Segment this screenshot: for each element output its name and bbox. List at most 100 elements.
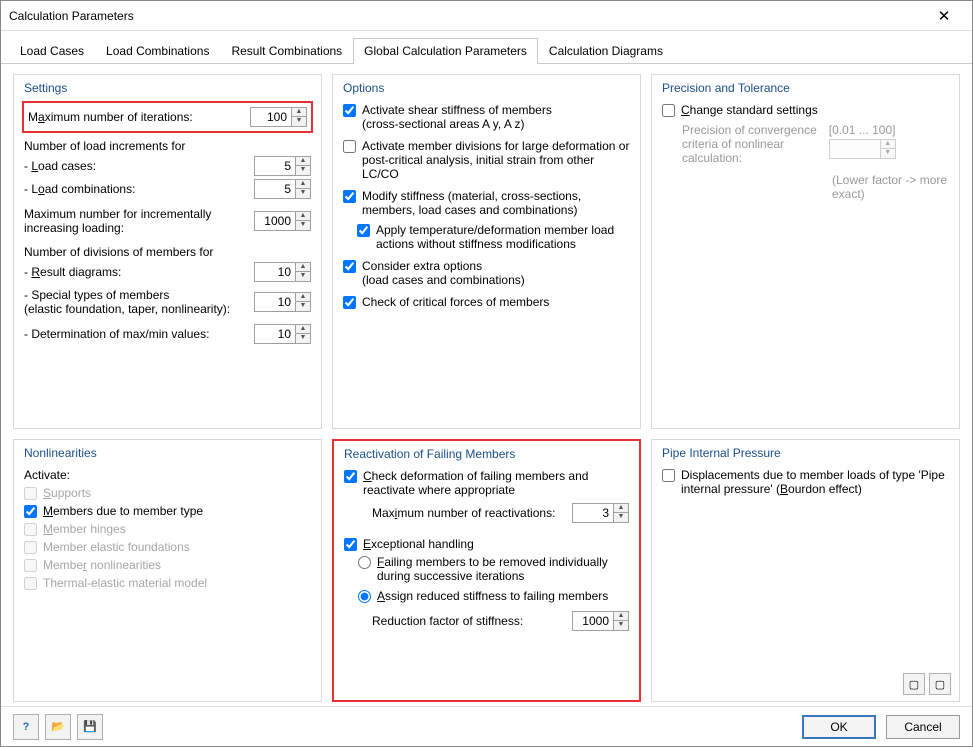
titlebar: Calculation Parameters ✕ [1,1,972,31]
chk-thermal [24,577,37,590]
label-extra: Consider extra options(load cases and co… [362,259,525,287]
spinner-load-combinations[interactable]: ▲▼ [254,179,311,199]
chk-check-deform[interactable] [344,470,357,483]
input-special[interactable] [255,295,295,309]
mini-btn-2[interactable]: ▢ [929,673,951,695]
radio-assign[interactable] [358,590,371,603]
label-pipe: Displacements due to member loads of typ… [681,468,949,496]
spinner-det[interactable]: ▲▼ [254,324,311,344]
input-max-react[interactable] [573,506,613,520]
label-radio-assign: Assign reduced stiffness to failing memb… [377,589,608,603]
input-reduction[interactable] [573,614,613,628]
window-title: Calculation Parameters [9,9,134,23]
close-button[interactable]: ✕ [924,3,964,29]
label-shear: Activate shear stiffness of members(cros… [362,103,552,131]
label-max-react: Maximum number of reactivations: [372,506,572,520]
folder-icon: 📂 [51,720,65,733]
mini-btn-1[interactable]: ▢ [903,673,925,695]
group-pipe: Pipe Internal Pressure Displacements due… [651,439,960,702]
label-modify: Modify stiffness (material, cross-sectio… [362,189,630,217]
label-load-combinations: - Load combinations: [24,182,254,196]
save-icon: 💾 [83,720,97,733]
chk-shear[interactable] [343,104,356,117]
chk-modify[interactable] [343,190,356,203]
chk-critical[interactable] [343,296,356,309]
tab-global-calc-params[interactable]: Global Calculation Parameters [353,38,538,64]
label-divisions: Activate member divisions for large defo… [362,139,630,181]
label-reduction: Reduction factor of stiffness: [372,614,572,628]
label-divisions-header: Number of divisions of members for [24,245,311,259]
group-options: Options Activate shear stiffness of memb… [332,74,641,429]
label-max-incr: Maximum number for incrementallyincreasi… [24,207,254,235]
input-load-combinations[interactable] [255,182,295,196]
chk-elastic-found [24,541,37,554]
label-check-deform: Check deformation of failing members and… [363,469,629,497]
page-icon: ▢ [935,678,945,691]
chk-extra[interactable] [343,260,356,273]
radio-remove[interactable] [358,556,371,569]
spinner-max-iter[interactable]: ▲▼ [250,107,307,127]
label-critical: Check of critical forces of members [362,295,549,309]
group-title-pipe: Pipe Internal Pressure [662,446,949,460]
open-button[interactable]: 📂 [45,714,71,740]
chk-member-type[interactable] [24,505,37,518]
spinner-max-incr[interactable]: ▲▼ [254,211,311,231]
input-precision [830,142,880,156]
chk-member-hinges [24,523,37,536]
label-thermal: Thermal-elastic material model [43,576,207,590]
tab-load-cases[interactable]: Load Cases [9,38,95,64]
chk-exceptional[interactable] [344,538,357,551]
save-button[interactable]: 💾 [77,714,103,740]
tab-load-combinations[interactable]: Load Combinations [95,38,220,64]
label-increments-header: Number of load increments for [24,139,311,153]
label-member-type: Members due to member type [43,504,203,518]
spinner-max-react[interactable]: ▲▼ [572,503,629,523]
label-member-hinges: Member hinges [43,522,126,536]
spinner-reduction[interactable]: ▲▼ [572,611,629,631]
down-icon[interactable]: ▼ [292,117,306,126]
label-elastic-found: Member elastic foundations [43,540,190,554]
label-special: - Special types of members (elastic foun… [24,288,254,316]
group-title-precision: Precision and Tolerance [662,81,949,95]
ok-button[interactable]: OK [802,715,876,739]
tabstrip: Load Cases Load Combinations Result Comb… [1,37,972,64]
help-icon: ? [23,721,30,733]
chk-pipe[interactable] [662,469,675,482]
label-activate: Activate: [24,468,311,482]
input-max-incr[interactable] [255,214,295,228]
chk-divisions[interactable] [343,140,356,153]
group-title-options: Options [343,81,630,95]
input-max-iter[interactable] [251,110,291,124]
label-exceptional: Exceptional handling [363,537,474,551]
cancel-button[interactable]: Cancel [886,715,960,739]
group-title-reactivation: Reactivation of Failing Members [344,447,629,461]
label-load-cases: - Load cases: [24,159,254,173]
input-det[interactable] [255,327,295,341]
input-load-cases[interactable] [255,159,295,173]
chk-supports [24,487,37,500]
chk-member-nonlin [24,559,37,572]
label-result-diag: - Result diagrams: [24,265,254,279]
spinner-precision: ▲▼ [829,139,896,159]
label-radio-remove: Failing members to be removed individual… [377,555,629,583]
highlight-max-iterations: Maximum number of iterations: ▲▼ [22,101,313,133]
up-icon[interactable]: ▲ [292,108,306,117]
spinner-special[interactable]: ▲▼ [254,292,311,312]
label-max-iter: Maximum number of iterations: [28,110,250,124]
group-reactivation: Reactivation of Failing Members Check de… [332,439,641,702]
page-icon: ▢ [909,678,919,691]
input-result-diag[interactable] [255,265,295,279]
spinner-result-diag[interactable]: ▲▼ [254,262,311,282]
chk-change-settings[interactable] [662,104,675,117]
spinner-load-cases[interactable]: ▲▼ [254,156,311,176]
group-title-settings: Settings [24,81,311,95]
tab-result-combinations[interactable]: Result Combinations [220,38,353,64]
help-button[interactable]: ? [13,714,39,740]
chk-temperature[interactable] [357,224,370,237]
tab-calc-diagrams[interactable]: Calculation Diagrams [538,38,674,64]
group-nonlinearities: Nonlinearities Activate: Supports Member… [13,439,322,702]
group-settings: Settings Maximum number of iterations: ▲… [13,74,322,429]
label-change-settings: Change standard settings [681,103,818,117]
label-member-nonlin: Member nonlinearities [43,558,161,572]
label-temperature: Apply temperature/deformation member loa… [376,223,630,251]
